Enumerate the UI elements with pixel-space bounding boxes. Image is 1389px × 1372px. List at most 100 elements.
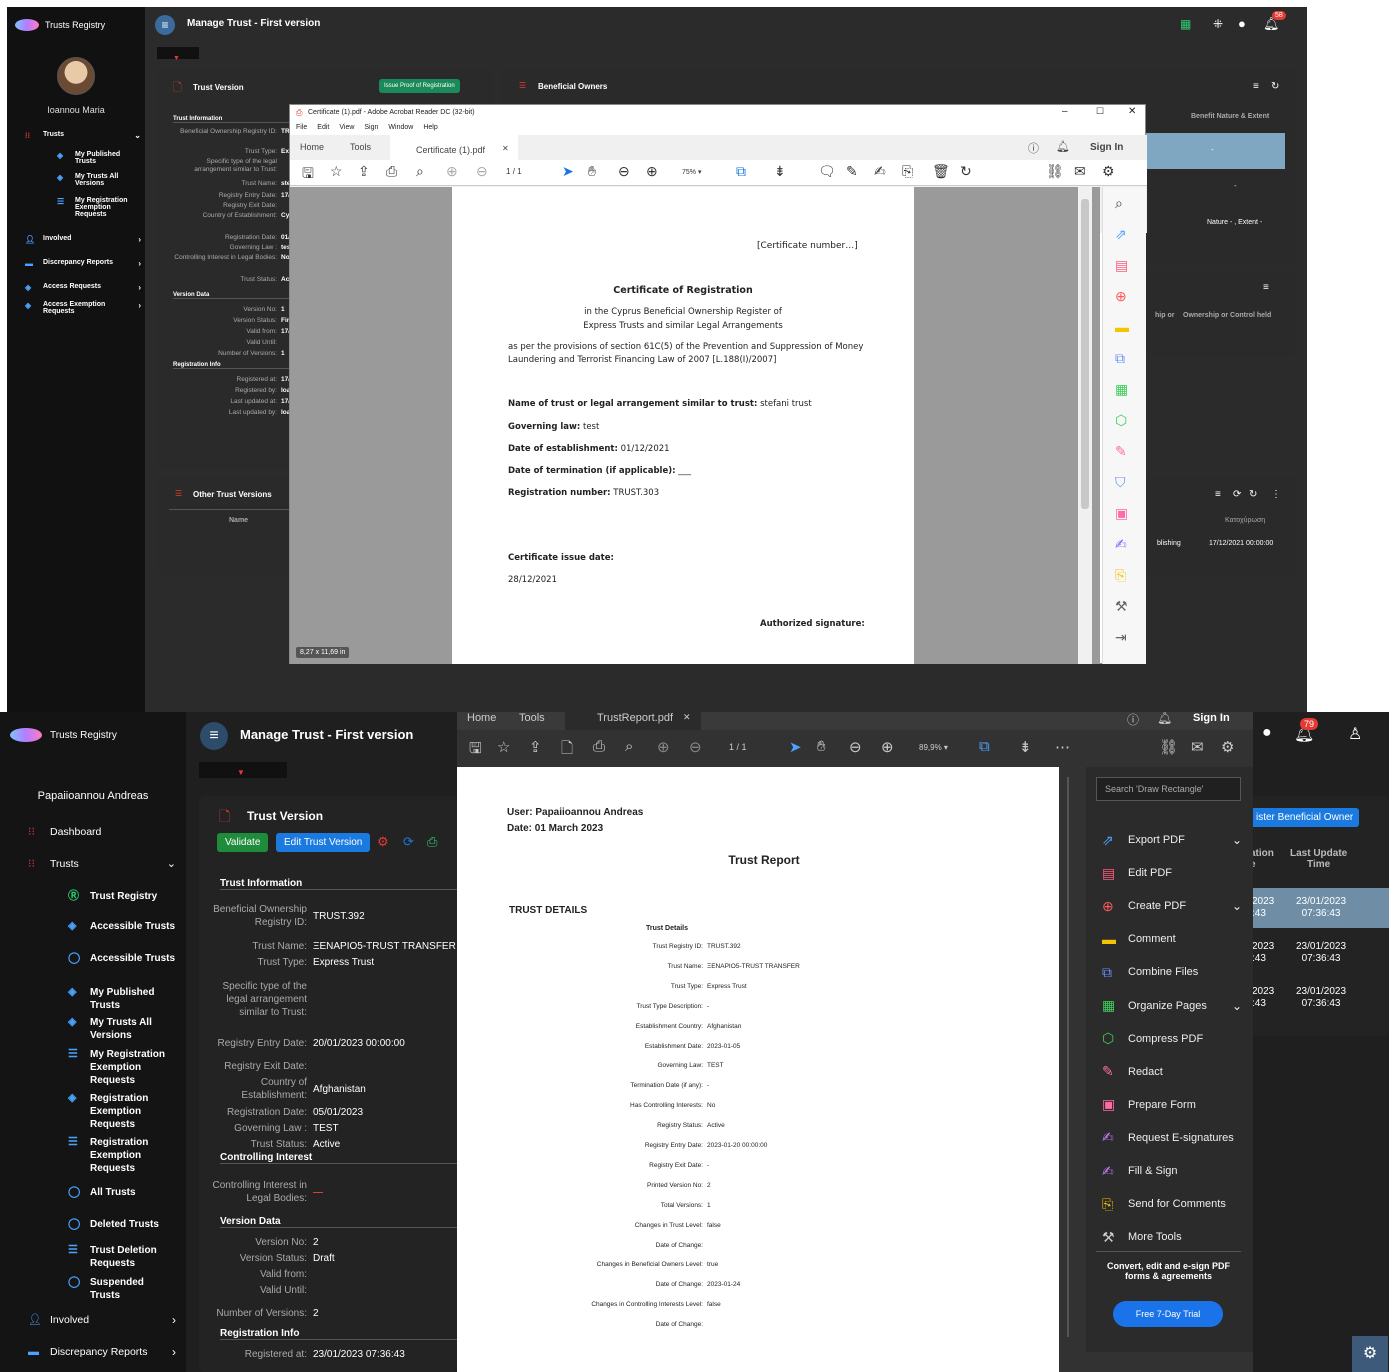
minimize-icon[interactable]: – [1062, 106, 1068, 117]
create-icon[interactable]: 🗋 [561, 738, 573, 763]
tool-item[interactable]: ▦ Organize Pages ⌄ [1102, 995, 1242, 1017]
stamp-icon[interactable]: ⎘ [902, 163, 913, 180]
tab-tools[interactable]: Tools [519, 712, 545, 724]
print-icon[interactable]: ⎙ [386, 163, 397, 180]
protect-icon[interactable]: ⛉ [1115, 474, 1126, 491]
app-logo[interactable]: Trusts Registry [10, 728, 117, 742]
refresh-icon[interactable]: ↻ [1271, 81, 1279, 92]
sidebar-item[interactable]: ▬ Discrepancy Reports › [25, 259, 141, 268]
tool-item[interactable]: ▣ Prepare Form [1102, 1094, 1242, 1116]
user-icon[interactable]: ● [1238, 16, 1246, 31]
more-tools-icon[interactable]: ⚒ [1115, 598, 1128, 615]
tool-item[interactable]: ✍︎ Request E-signatures [1102, 1127, 1242, 1149]
menu-item[interactable]: Window [388, 124, 413, 131]
free-trial-button[interactable]: Free 7-Day Trial [1113, 1301, 1223, 1327]
sidebar-item[interactable]: ☰ Trust Deletion Requests [68, 1244, 176, 1270]
sidebar-item[interactable]: 👤︎ Involved › [25, 235, 141, 244]
page-up-icon[interactable]: ⊕ [446, 163, 458, 180]
zoom-search-icon[interactable]: ⌕ [416, 163, 424, 180]
comment-icon[interactable]: 🗨︎ [818, 163, 836, 180]
page-down-icon[interactable]: ⊖ [689, 738, 702, 756]
sidebar-item[interactable]: ⁝⁝ Trusts ⌄ [28, 858, 176, 871]
menu-item[interactable]: Sign [364, 124, 378, 131]
layout-icon[interactable]: ⁜ [1213, 17, 1223, 31]
tool-item[interactable]: ⎘ Send for Comments [1102, 1193, 1242, 1215]
more-icon[interactable]: ⋯ [1055, 738, 1070, 756]
fill-sign-icon[interactable]: ✍︎ [1115, 536, 1127, 553]
tool-item[interactable]: ▤ Edit PDF [1102, 862, 1242, 884]
redact-icon[interactable]: ✎ [1115, 443, 1127, 460]
compress-pdf-icon[interactable]: ⬡ [1115, 412, 1127, 429]
sidebar-item[interactable]: ☰ My Registration Exemption Requests [57, 197, 141, 218]
scrollbar[interactable] [1078, 187, 1092, 664]
page-number[interactable]: 1 / 1 [506, 167, 522, 176]
fit-page-icon[interactable]: ⧉ [736, 163, 746, 180]
star-icon[interactable]: ☆ [497, 738, 510, 756]
link-icon[interactable]: ⛓︎ [1159, 738, 1178, 756]
zoom-out-icon[interactable]: ⊖ [849, 738, 862, 756]
print-icon[interactable]: ⎙ [427, 834, 437, 850]
more-icon[interactable]: ⋮ [1271, 489, 1281, 500]
upload-icon[interactable]: ⇪ [358, 163, 370, 180]
table-row[interactable]: 2023 :43 23/01/2023 07:36:43 [1240, 888, 1389, 928]
menu-item[interactable]: Edit [317, 124, 329, 131]
chevron-down-icon[interactable]: ⌄ [1232, 899, 1242, 913]
upload-icon[interactable]: ⇪ [529, 738, 542, 756]
export-pdf-icon[interactable]: ⇗ [1115, 226, 1127, 243]
edit-trust-version-button[interactable]: Edit Trust Version [276, 833, 371, 852]
filter-icon[interactable]: ≡ [1263, 282, 1269, 293]
validate-button[interactable]: Validate [217, 833, 269, 852]
version-dropdown[interactable]: ▼ [199, 762, 287, 778]
sidebar-item[interactable]: ☰ My Registration Exemption Requests [68, 1048, 176, 1087]
page-number[interactable]: 1 / 1 [729, 742, 747, 752]
scroll-mode-icon[interactable]: ⇟ [1019, 738, 1032, 756]
sidebar-item[interactable]: ☰ Registration Exemption Requests [68, 1136, 176, 1175]
combine-files-icon[interactable]: ⧉ [1115, 350, 1125, 367]
chevron-down-icon[interactable]: ⌄ [1232, 833, 1242, 847]
tool-item[interactable]: ⧉ Combine Files [1102, 961, 1242, 983]
register-beneficial-owner-button[interactable]: ister Beneficial Owner [1250, 808, 1360, 827]
tab-tools[interactable]: Tools [350, 142, 371, 152]
select-cursor-icon[interactable]: ➤ [789, 738, 802, 756]
splitter[interactable] [1059, 767, 1086, 1372]
sidebar-item[interactable]: ▬ Discrepancy Reports › [28, 1346, 176, 1359]
highlight-icon[interactable]: ✎ [846, 163, 858, 180]
document-viewport[interactable]: [Certificate number…] Certificate of Reg… [290, 187, 1100, 664]
scrollbar-thumb[interactable] [1081, 199, 1089, 509]
table-row[interactable]: 2023 :43 23/01/2023 07:36:43 [1240, 933, 1389, 973]
zoom-in-icon[interactable]: ⊕ [881, 738, 894, 756]
create-pdf-icon[interactable]: ⊕ [1115, 288, 1127, 305]
sidebar-item[interactable]: ◈ Access Exemption Requests › [25, 301, 141, 315]
sidebar-item[interactable]: ◯ Deleted Trusts [68, 1218, 176, 1231]
sidebar-item[interactable]: ◯ Accessible Trusts [68, 952, 176, 965]
page-up-icon[interactable]: ⊕ [657, 738, 670, 756]
menu-item[interactable]: File [296, 124, 307, 131]
tab-document[interactable]: TrustReport.pdf ✕ [565, 712, 701, 730]
draw-icon[interactable]: ✍︎ [874, 163, 886, 180]
scroll-mode-icon[interactable]: ⇟ [774, 163, 786, 180]
apps-icon[interactable]: ▦ [1180, 17, 1191, 31]
tool-item[interactable]: ⚒ More Tools [1102, 1226, 1242, 1248]
issue-proof-button[interactable]: Issue Proof of Registration [379, 79, 460, 93]
prepare-form-icon[interactable]: ▣ [1115, 505, 1128, 522]
user-icon[interactable]: ● [1262, 724, 1272, 742]
print-icon[interactable]: ⎙ [593, 738, 605, 755]
menu-item[interactable]: View [339, 124, 354, 131]
zoom-select[interactable]: 89,9% ▾ [919, 743, 948, 752]
tool-item[interactable]: ⊕ Create PDF ⌄ [1102, 895, 1242, 917]
save-icon[interactable]: 🖫 [302, 163, 314, 187]
send-comments-icon[interactable]: ⎘ [1115, 567, 1126, 584]
tool-item[interactable]: ✎ Redact [1102, 1061, 1242, 1083]
sidebar-item[interactable]: ⁝⁝ Dashboard [28, 826, 176, 839]
delete-icon[interactable]: 🗑︎ [932, 163, 950, 180]
sidebar-item[interactable]: ◈ My Trusts All Versions [68, 1016, 176, 1042]
help-icon[interactable]: ⓘ [1127, 712, 1139, 728]
close-tab-icon[interactable]: ✕ [502, 144, 509, 153]
sidebar-item[interactable]: 👤︎ Involved › [28, 1314, 176, 1327]
tab-home[interactable]: Home [300, 142, 324, 152]
hand-icon[interactable]: ✋︎ [817, 738, 826, 755]
organize-pages-icon[interactable]: ▦ [1115, 381, 1128, 398]
version-dropdown[interactable]: ▼ [157, 47, 199, 62]
sidebar-item[interactable]: ◈ Accessible Trusts [68, 920, 176, 933]
gears-icon[interactable]: ⚙ [377, 834, 389, 850]
